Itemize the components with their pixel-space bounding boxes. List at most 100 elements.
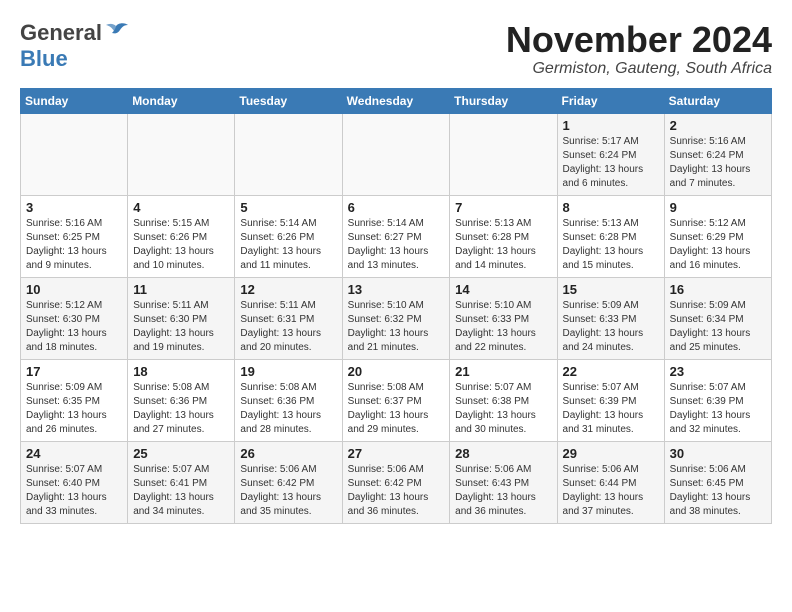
calendar-cell bbox=[21, 113, 128, 195]
logo-bird-icon bbox=[102, 22, 130, 44]
day-header-sunday: Sunday bbox=[21, 88, 128, 113]
day-number: 11 bbox=[133, 282, 229, 297]
calendar-cell: 10 Sunrise: 5:12 AM Sunset: 6:30 PM Dayli… bbox=[21, 277, 128, 359]
day-info: Sunrise: 5:17 AM Sunset: 6:24 PM Dayligh… bbox=[563, 135, 659, 191]
day-number: 8 bbox=[563, 200, 659, 215]
day-info: Sunrise: 5:09 AM Sunset: 6:34 PM Dayligh… bbox=[670, 299, 766, 355]
day-number: 29 bbox=[563, 446, 659, 461]
day-number: 14 bbox=[455, 282, 551, 297]
day-number: 15 bbox=[563, 282, 659, 297]
calendar-cell: 13 Sunrise: 5:10 AM Sunset: 6:32 PM Dayli… bbox=[342, 277, 450, 359]
calendar-cell: 4 Sunrise: 5:15 AM Sunset: 6:26 PM Daylig… bbox=[128, 195, 235, 277]
day-number: 26 bbox=[240, 446, 336, 461]
day-number: 16 bbox=[670, 282, 766, 297]
calendar-cell bbox=[128, 113, 235, 195]
calendar-cell bbox=[342, 113, 450, 195]
logo: General Blue bbox=[20, 20, 130, 72]
day-header-saturday: Saturday bbox=[664, 88, 771, 113]
calendar-cell: 6Sunrise: 5:14 AM Sunset: 6:27 PM Daylig… bbox=[342, 195, 450, 277]
calendar-cell: 19 Sunrise: 5:08 AM Sunset: 6:36 PM Dayli… bbox=[235, 359, 342, 441]
calendar-cell: 3Sunrise: 5:16 AM Sunset: 6:25 PM Daylig… bbox=[21, 195, 128, 277]
day-number: 13 bbox=[348, 282, 445, 297]
day-info: Sunrise: 5:07 AM Sunset: 6:39 PM Dayligh… bbox=[670, 381, 766, 437]
calendar-cell bbox=[235, 113, 342, 195]
calendar-cell: 29 Sunrise: 5:06 AM Sunset: 6:44 PM Dayli… bbox=[557, 441, 664, 523]
day-info: Sunrise: 5:09 AM Sunset: 6:35 PM Dayligh… bbox=[26, 381, 122, 437]
calendar-week-row: 24 Sunrise: 5:07 AM Sunset: 6:40 PM Dayli… bbox=[21, 441, 772, 523]
calendar-cell: 2Sunrise: 5:16 AM Sunset: 6:24 PM Daylig… bbox=[664, 113, 771, 195]
day-info: Sunrise: 5:12 AM Sunset: 6:30 PM Dayligh… bbox=[26, 299, 122, 355]
day-info: Sunrise: 5:14 AM Sunset: 6:26 PM Dayligh… bbox=[240, 217, 336, 273]
day-info: Sunrise: 5:08 AM Sunset: 6:36 PM Dayligh… bbox=[240, 381, 336, 437]
calendar-cell: 21Sunrise: 5:07 AM Sunset: 6:38 PM Dayli… bbox=[450, 359, 557, 441]
day-header-monday: Monday bbox=[128, 88, 235, 113]
calendar-cell: 26 Sunrise: 5:06 AM Sunset: 6:42 PM Dayli… bbox=[235, 441, 342, 523]
day-number: 19 bbox=[240, 364, 336, 379]
day-info: Sunrise: 5:11 AM Sunset: 6:31 PM Dayligh… bbox=[240, 299, 336, 355]
location: Germiston, Gauteng, South Africa bbox=[506, 60, 772, 78]
calendar-cell: 22 Sunrise: 5:07 AM Sunset: 6:39 PM Dayli… bbox=[557, 359, 664, 441]
day-header-thursday: Thursday bbox=[450, 88, 557, 113]
calendar-cell: 24 Sunrise: 5:07 AM Sunset: 6:40 PM Dayli… bbox=[21, 441, 128, 523]
calendar-cell: 27Sunrise: 5:06 AM Sunset: 6:42 PM Dayli… bbox=[342, 441, 450, 523]
day-info: Sunrise: 5:16 AM Sunset: 6:25 PM Dayligh… bbox=[26, 217, 122, 273]
calendar-table: SundayMondayTuesdayWednesdayThursdayFrid… bbox=[20, 88, 772, 524]
day-info: Sunrise: 5:07 AM Sunset: 6:41 PM Dayligh… bbox=[133, 463, 229, 519]
day-header-friday: Friday bbox=[557, 88, 664, 113]
day-number: 5 bbox=[240, 200, 336, 215]
day-number: 25 bbox=[133, 446, 229, 461]
calendar-cell: 16 Sunrise: 5:09 AM Sunset: 6:34 PM Dayli… bbox=[664, 277, 771, 359]
day-number: 23 bbox=[670, 364, 766, 379]
calendar-cell: 18Sunrise: 5:08 AM Sunset: 6:36 PM Dayli… bbox=[128, 359, 235, 441]
logo-general: General bbox=[20, 20, 102, 46]
day-info: Sunrise: 5:09 AM Sunset: 6:33 PM Dayligh… bbox=[563, 299, 659, 355]
calendar-cell: 30 Sunrise: 5:06 AM Sunset: 6:45 PM Dayli… bbox=[664, 441, 771, 523]
calendar-header-row: SundayMondayTuesdayWednesdayThursdayFrid… bbox=[21, 88, 772, 113]
day-info: Sunrise: 5:06 AM Sunset: 6:45 PM Dayligh… bbox=[670, 463, 766, 519]
day-info: Sunrise: 5:14 AM Sunset: 6:27 PM Dayligh… bbox=[348, 217, 445, 273]
calendar-week-row: 17Sunrise: 5:09 AM Sunset: 6:35 PM Dayli… bbox=[21, 359, 772, 441]
month-title: November 2024 bbox=[506, 20, 772, 60]
day-info: Sunrise: 5:15 AM Sunset: 6:26 PM Dayligh… bbox=[133, 217, 229, 273]
day-info: Sunrise: 5:10 AM Sunset: 6:33 PM Dayligh… bbox=[455, 299, 551, 355]
day-info: Sunrise: 5:06 AM Sunset: 6:43 PM Dayligh… bbox=[455, 463, 551, 519]
day-header-tuesday: Tuesday bbox=[235, 88, 342, 113]
day-number: 22 bbox=[563, 364, 659, 379]
calendar-cell: 25 Sunrise: 5:07 AM Sunset: 6:41 PM Dayli… bbox=[128, 441, 235, 523]
day-number: 9 bbox=[670, 200, 766, 215]
calendar-cell: 20Sunrise: 5:08 AM Sunset: 6:37 PM Dayli… bbox=[342, 359, 450, 441]
day-info: Sunrise: 5:10 AM Sunset: 6:32 PM Dayligh… bbox=[348, 299, 445, 355]
day-header-wednesday: Wednesday bbox=[342, 88, 450, 113]
day-info: Sunrise: 5:07 AM Sunset: 6:40 PM Dayligh… bbox=[26, 463, 122, 519]
title-block: November 2024 Germiston, Gauteng, South … bbox=[506, 20, 772, 78]
day-number: 24 bbox=[26, 446, 122, 461]
day-info: Sunrise: 5:13 AM Sunset: 6:28 PM Dayligh… bbox=[455, 217, 551, 273]
day-number: 7 bbox=[455, 200, 551, 215]
day-number: 12 bbox=[240, 282, 336, 297]
day-info: Sunrise: 5:08 AM Sunset: 6:36 PM Dayligh… bbox=[133, 381, 229, 437]
calendar-week-row: 1Sunrise: 5:17 AM Sunset: 6:24 PM Daylig… bbox=[21, 113, 772, 195]
day-info: Sunrise: 5:06 AM Sunset: 6:42 PM Dayligh… bbox=[240, 463, 336, 519]
day-number: 21 bbox=[455, 364, 551, 379]
calendar-cell: 28Sunrise: 5:06 AM Sunset: 6:43 PM Dayli… bbox=[450, 441, 557, 523]
day-info: Sunrise: 5:06 AM Sunset: 6:44 PM Dayligh… bbox=[563, 463, 659, 519]
calendar-cell: 9 Sunrise: 5:12 AM Sunset: 6:29 PM Daylig… bbox=[664, 195, 771, 277]
calendar-cell: 8Sunrise: 5:13 AM Sunset: 6:28 PM Daylig… bbox=[557, 195, 664, 277]
day-info: Sunrise: 5:16 AM Sunset: 6:24 PM Dayligh… bbox=[670, 135, 766, 191]
logo-blue-text: Blue bbox=[20, 46, 68, 72]
day-info: Sunrise: 5:12 AM Sunset: 6:29 PM Dayligh… bbox=[670, 217, 766, 273]
day-number: 4 bbox=[133, 200, 229, 215]
calendar-cell: 23 Sunrise: 5:07 AM Sunset: 6:39 PM Dayli… bbox=[664, 359, 771, 441]
day-info: Sunrise: 5:06 AM Sunset: 6:42 PM Dayligh… bbox=[348, 463, 445, 519]
day-info: Sunrise: 5:07 AM Sunset: 6:39 PM Dayligh… bbox=[563, 381, 659, 437]
day-number: 20 bbox=[348, 364, 445, 379]
calendar-cell: 12 Sunrise: 5:11 AM Sunset: 6:31 PM Dayli… bbox=[235, 277, 342, 359]
day-number: 30 bbox=[670, 446, 766, 461]
page-header: General Blue November 2024 Germiston, Ga… bbox=[20, 20, 772, 78]
calendar-cell: 5 Sunrise: 5:14 AM Sunset: 6:26 PM Daylig… bbox=[235, 195, 342, 277]
calendar-cell: 1Sunrise: 5:17 AM Sunset: 6:24 PM Daylig… bbox=[557, 113, 664, 195]
calendar-cell: 11 Sunrise: 5:11 AM Sunset: 6:30 PM Dayli… bbox=[128, 277, 235, 359]
day-info: Sunrise: 5:11 AM Sunset: 6:30 PM Dayligh… bbox=[133, 299, 229, 355]
calendar-week-row: 3Sunrise: 5:16 AM Sunset: 6:25 PM Daylig… bbox=[21, 195, 772, 277]
day-number: 10 bbox=[26, 282, 122, 297]
